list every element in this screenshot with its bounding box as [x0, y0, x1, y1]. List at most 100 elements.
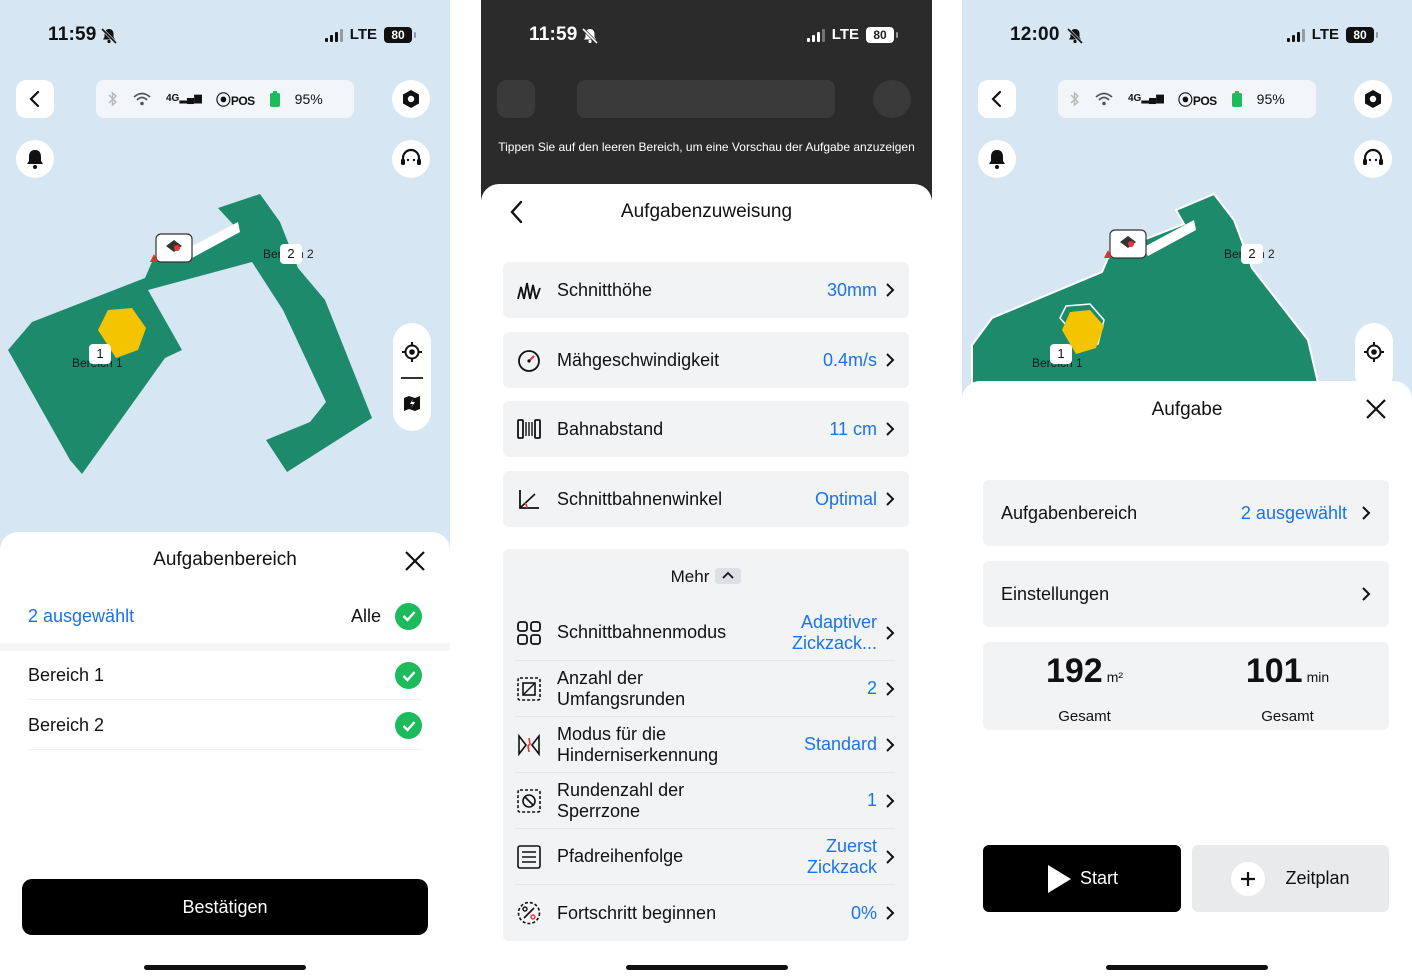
- map-edit-icon[interactable]: [402, 393, 422, 413]
- setting-cutting-height[interactable]: Schnitthöhe 30mm: [503, 262, 909, 318]
- chevron-right-icon: [886, 353, 895, 367]
- back-button[interactable]: [16, 80, 54, 118]
- setting-start-progress[interactable]: Fortschritt beginnen 0%: [515, 885, 895, 941]
- task-area-value: 2 ausgewählt: [1240, 502, 1347, 523]
- settings-button[interactable]: [1354, 80, 1392, 118]
- map-tools: [393, 323, 431, 431]
- chevron-right-icon: [886, 283, 895, 297]
- total-time-caption: Gesamt: [1261, 708, 1314, 725]
- more-toggle[interactable]: Mehr: [503, 567, 909, 587]
- setting-value: 11 cm: [829, 418, 877, 439]
- notifications-button[interactable]: [978, 140, 1016, 178]
- setting-path-angle[interactable]: Schnittbahnenwinkel Optimal: [503, 471, 909, 527]
- total-time-value: 101: [1245, 652, 1303, 690]
- device-status-pill[interactable]: 4G▂▄▆ ⦿POS 95%: [1058, 80, 1316, 118]
- headset-icon: [401, 148, 421, 165]
- bell-icon: [27, 150, 43, 169]
- setting-no-go-zone-laps[interactable]: Rundenzahl der Sperrzone 1: [515, 773, 895, 829]
- total-area-unit: m²: [1106, 669, 1124, 685]
- wifi-icon: [1095, 92, 1113, 106]
- locate-icon[interactable]: [401, 341, 423, 363]
- total-time-unit: min: [1306, 669, 1330, 685]
- back-button[interactable]: [978, 80, 1016, 118]
- rtk-pos-indicator: ⦿POS: [1177, 91, 1217, 109]
- perimeter-icon: [515, 675, 543, 703]
- chevron-right-icon: [886, 906, 895, 920]
- mower-battery-icon: [269, 91, 280, 107]
- setting-path-mode[interactable]: Schnittbahnenmodus Adaptiver Zickzack...: [515, 605, 895, 661]
- network-type: LTE: [831, 26, 859, 43]
- setting-value: Zuerst Zickzack: [806, 835, 877, 877]
- mower-battery-percent: 95%: [1256, 91, 1285, 107]
- setting-mowing-speed[interactable]: Mähgeschwindigkeit 0.4m/s: [503, 332, 909, 388]
- home-indicator: [1106, 965, 1268, 970]
- setting-value: 30mm: [826, 279, 877, 300]
- bluetooth-icon: [108, 91, 118, 107]
- setting-path-spacing[interactable]: Bahnabstand 11 cm: [503, 401, 909, 457]
- close-icon[interactable]: [1364, 397, 1388, 421]
- grid-mode-icon: [515, 619, 543, 647]
- status-bar: 11:59 LTE 80: [481, 22, 932, 52]
- hexagon-settings-icon: [1365, 90, 1381, 108]
- cell-signal-icon: [806, 28, 825, 42]
- battery-indicator: 80: [866, 26, 898, 43]
- chevron-right-icon: [886, 681, 895, 696]
- close-icon[interactable]: [403, 549, 427, 573]
- area-item-label: Bereich 1: [28, 665, 105, 685]
- setting-obstacle-detection[interactable]: Modus für die Hinderniserkennung Standar…: [515, 717, 895, 773]
- total-area-caption: Gesamt: [1058, 708, 1111, 725]
- device-status-pill[interactable]: 4G▂▄▆ ⦿POS 95%: [96, 80, 354, 118]
- mower-battery-icon: [1231, 91, 1242, 107]
- no-go-zone-icon: [515, 787, 543, 815]
- area-list-item[interactable]: Bereich 2: [28, 702, 422, 750]
- setting-label: Pfadreihenfolge: [557, 846, 684, 866]
- support-button[interactable]: [392, 140, 430, 178]
- grass-icon: [515, 276, 543, 304]
- start-button[interactable]: Start: [983, 845, 1181, 912]
- locate-icon[interactable]: [1363, 341, 1385, 363]
- screen-task-overview: 12:00 LTE 80 Bereich 1 1 Bereich 2 2 4G▂…: [962, 0, 1412, 980]
- setting-value: Optimal: [814, 488, 877, 509]
- support-button[interactable]: [1354, 140, 1392, 178]
- select-all-toggle[interactable]: Alle: [351, 602, 422, 630]
- area-list-item[interactable]: Bereich 1: [28, 652, 422, 700]
- path-order-icon: [515, 843, 543, 871]
- total-area-value: 192: [1045, 652, 1103, 690]
- lawn-map[interactable]: [962, 0, 1412, 400]
- screen-task-assignment: 11:59 LTE 80 Tippen Sie auf den leeren B…: [481, 0, 932, 980]
- chevron-right-icon: [886, 625, 895, 640]
- setting-perimeter-laps[interactable]: Anzahl der Umfangsrunden 2: [515, 661, 895, 717]
- chevron-right-icon: [1362, 506, 1371, 520]
- sheet-title: Aufgabenzuweisung: [620, 201, 793, 222]
- checkmark-icon: [395, 602, 422, 630]
- sheet-title: Aufgabe: [1151, 399, 1223, 420]
- setting-value: 0.4m/s: [822, 349, 877, 370]
- mute-bell-icon: [581, 27, 599, 45]
- selection-summary-row: 2 ausgewählt Alle: [28, 600, 422, 632]
- home-indicator: [144, 965, 306, 970]
- task-area-row[interactable]: Aufgabenbereich 2 ausgewählt: [983, 480, 1389, 546]
- map-marker-area-2[interactable]: 2: [280, 244, 302, 264]
- settings-button[interactable]: [392, 80, 430, 118]
- checkmark-icon: [395, 662, 422, 689]
- setting-label: Mähgeschwindigkeit: [557, 349, 720, 370]
- notifications-button[interactable]: [16, 140, 54, 178]
- setting-label: Schnitthöhe: [557, 279, 653, 300]
- setting-label: Fortschritt beginnen: [557, 902, 717, 923]
- setting-value: 1: [866, 790, 877, 810]
- map-marker-area-2[interactable]: 2: [1241, 244, 1263, 264]
- rtk-pos-indicator: ⦿POS: [215, 91, 255, 109]
- setting-label: Modus für die Hinderniserkennung: [557, 723, 719, 765]
- schedule-button[interactable]: Zeitplan: [1192, 845, 1389, 912]
- hexagon-settings-icon: [403, 90, 419, 108]
- map-marker-area-1[interactable]: 1: [89, 344, 111, 364]
- play-icon: [1047, 864, 1071, 893]
- task-settings-row[interactable]: Einstellungen: [983, 561, 1389, 627]
- setting-path-order[interactable]: Pfadreihenfolge Zuerst Zickzack: [515, 829, 895, 885]
- setting-label: Anzahl der Umfangsrunden: [557, 667, 686, 709]
- mower-icon: [150, 233, 193, 263]
- confirm-button[interactable]: Bestätigen: [22, 879, 428, 935]
- obstacle-icon: [515, 731, 543, 759]
- setting-label: Schnittbahnenmodus: [557, 622, 727, 642]
- map-marker-area-1[interactable]: 1: [1050, 344, 1072, 364]
